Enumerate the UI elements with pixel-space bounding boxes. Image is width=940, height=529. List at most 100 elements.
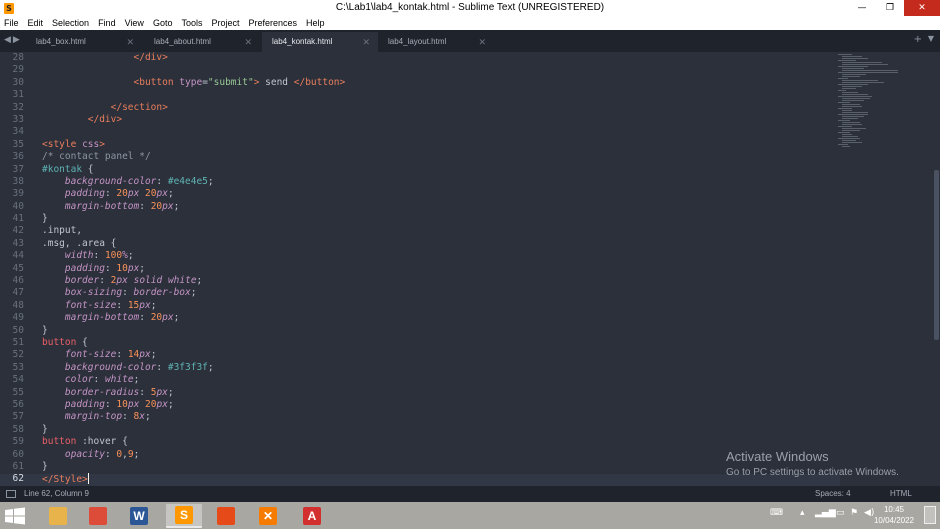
code-line[interactable]: }	[42, 325, 832, 337]
menu-help[interactable]: Help	[306, 18, 325, 28]
tab-close-icon[interactable]: ✕	[362, 32, 370, 52]
code-area[interactable]: </div> <button type="submit"> send </but…	[42, 52, 832, 486]
code-line[interactable]: </section>	[42, 102, 832, 114]
taskbar-item[interactable]: W	[121, 504, 157, 528]
tab-lab4-about[interactable]: lab4_about.html ✕	[144, 32, 260, 52]
tray-chevron-up-icon[interactable]: ▴	[800, 508, 805, 518]
code-line[interactable]: background-color: #e4e4e5;	[42, 176, 832, 188]
taskbar-item[interactable]	[40, 504, 76, 528]
minimap-line	[842, 88, 856, 89]
code-line[interactable]: }	[42, 213, 832, 225]
menu-goto[interactable]: Goto	[153, 18, 173, 28]
code-line[interactable]: background-color: #3f3f3f;	[42, 362, 832, 374]
minimap[interactable]	[838, 52, 934, 152]
code-line[interactable]: border-radius: 5px;	[42, 387, 832, 399]
code-line[interactable]: padding: 20px 20px;	[42, 188, 832, 200]
minimap-line	[842, 100, 864, 101]
code-line[interactable]	[42, 64, 832, 76]
line-number: 60	[12, 448, 24, 460]
code-line[interactable]: box-sizing: border-box;	[42, 287, 832, 299]
tab-close-icon[interactable]: ✕	[244, 32, 252, 52]
code-line[interactable]: <button type="submit"> send </button>	[42, 77, 832, 89]
menu-tools[interactable]: Tools	[181, 18, 202, 28]
minimap-line	[838, 126, 852, 127]
menu-selection[interactable]: Selection	[52, 18, 89, 28]
tab-lab4-layout[interactable]: lab4_layout.html ✕	[378, 32, 494, 52]
code-line[interactable]: .input,	[42, 225, 832, 237]
code-line[interactable]: </div>	[42, 114, 832, 126]
code-line[interactable]: </Style>	[42, 473, 832, 485]
menu-edit[interactable]: Edit	[28, 18, 44, 28]
code-line[interactable]: width: 100%;	[42, 250, 832, 262]
code-line[interactable]: margin-bottom: 20px;	[42, 201, 832, 213]
code-line[interactable]: margin-top: 8x;	[42, 411, 832, 423]
line-number: 47	[12, 287, 24, 299]
code-line[interactable]: border: 2px solid white;	[42, 275, 832, 287]
tab-scroll-arrows-icon[interactable]: ◀▶	[4, 35, 22, 45]
menu-file[interactable]: File	[4, 18, 19, 28]
code-line[interactable]: </div>	[42, 52, 832, 64]
tab-list-chevron-icon[interactable]: ▼	[928, 34, 934, 43]
minimize-button[interactable]: —	[848, 0, 876, 16]
taskbar-item[interactable]: ✕	[250, 504, 286, 528]
taskbar-item[interactable]	[80, 504, 116, 528]
clock-date: 10/04/2022	[873, 516, 914, 525]
code-line[interactable]: opacity: 0,9;	[42, 449, 832, 461]
system-clock[interactable]: 10:45 10/04/2022	[874, 504, 914, 526]
close-button[interactable]: ✕	[904, 0, 940, 16]
code-line[interactable]: margin-bottom: 20px;	[42, 312, 832, 324]
menu-preferences[interactable]: Preferences	[248, 18, 297, 28]
code-line[interactable]: font-size: 15px;	[42, 300, 832, 312]
indentation-setting[interactable]: Spaces: 4	[815, 486, 851, 502]
code-line[interactable]: <style css>	[42, 139, 832, 151]
code-editor[interactable]: 28 29 30 31 32 33 34 35 36 37 38 39 40 41 42 43 44 45 46 47…	[0, 52, 940, 486]
minimap-line	[842, 98, 870, 99]
cursor-position[interactable]: Line 62, Column 9	[24, 486, 89, 502]
notification-flag-icon[interactable]: ⚑	[850, 508, 858, 518]
code-line[interactable]: }	[42, 424, 832, 436]
code-line[interactable]: #kontak {	[42, 164, 832, 176]
menu-find[interactable]: Find	[98, 18, 116, 28]
code-line[interactable]: /* contact panel */	[42, 151, 832, 163]
code-line[interactable]: padding: 10px 20px;	[42, 399, 832, 411]
battery-icon[interactable]: ▭	[836, 508, 845, 518]
keyboard-icon[interactable]: ⌨	[770, 508, 783, 518]
new-tab-icon[interactable]: +	[914, 34, 922, 45]
minimap-line	[838, 132, 850, 133]
code-line[interactable]	[42, 126, 832, 138]
tab-lab4-kontak[interactable]: lab4_kontak.html ✕	[262, 32, 378, 52]
taskbar-item[interactable]: S	[166, 504, 202, 528]
tab-close-icon[interactable]: ✕	[478, 32, 486, 52]
code-line[interactable]: button {	[42, 337, 832, 349]
code-line[interactable]: }	[42, 461, 832, 473]
minimap-line	[842, 80, 878, 81]
windows-start-icon[interactable]	[4, 507, 26, 525]
minimap-line	[842, 74, 866, 75]
code-line[interactable]: font-size: 14px;	[42, 349, 832, 361]
line-number: 38	[12, 175, 24, 187]
tab-lab4-box[interactable]: lab4_box.html ✕	[26, 32, 142, 52]
line-number: 29	[12, 64, 24, 76]
maximize-button[interactable]: ❐	[876, 0, 904, 16]
code-line[interactable]: button :hover {	[42, 436, 832, 448]
menu-view[interactable]: View	[125, 18, 144, 28]
signal-icon[interactable]: ▂▄▆	[815, 508, 836, 518]
menu-project[interactable]: Project	[211, 18, 239, 28]
volume-icon[interactable]: ◀)	[864, 508, 874, 518]
line-number: 55	[12, 386, 24, 398]
minimap-line	[842, 76, 860, 77]
code-line[interactable]: padding: 10px;	[42, 263, 832, 275]
taskbar-item[interactable]	[208, 504, 244, 528]
code-line[interactable]	[42, 89, 832, 101]
taskbar-item[interactable]: A	[294, 504, 330, 528]
code-line[interactable]: .msg, .area {	[42, 238, 832, 250]
show-desktop-button[interactable]	[924, 506, 936, 524]
tab-close-icon[interactable]: ✕	[126, 32, 134, 52]
code-line[interactable]: color: white;	[42, 374, 832, 386]
minimap-line	[842, 104, 860, 105]
scrollbar-thumb[interactable]	[934, 170, 939, 340]
vertical-scrollbar[interactable]	[932, 52, 940, 486]
office-icon	[217, 507, 235, 525]
syntax-selector[interactable]: HTML	[890, 486, 912, 502]
panel-toggle-icon[interactable]	[6, 490, 16, 498]
